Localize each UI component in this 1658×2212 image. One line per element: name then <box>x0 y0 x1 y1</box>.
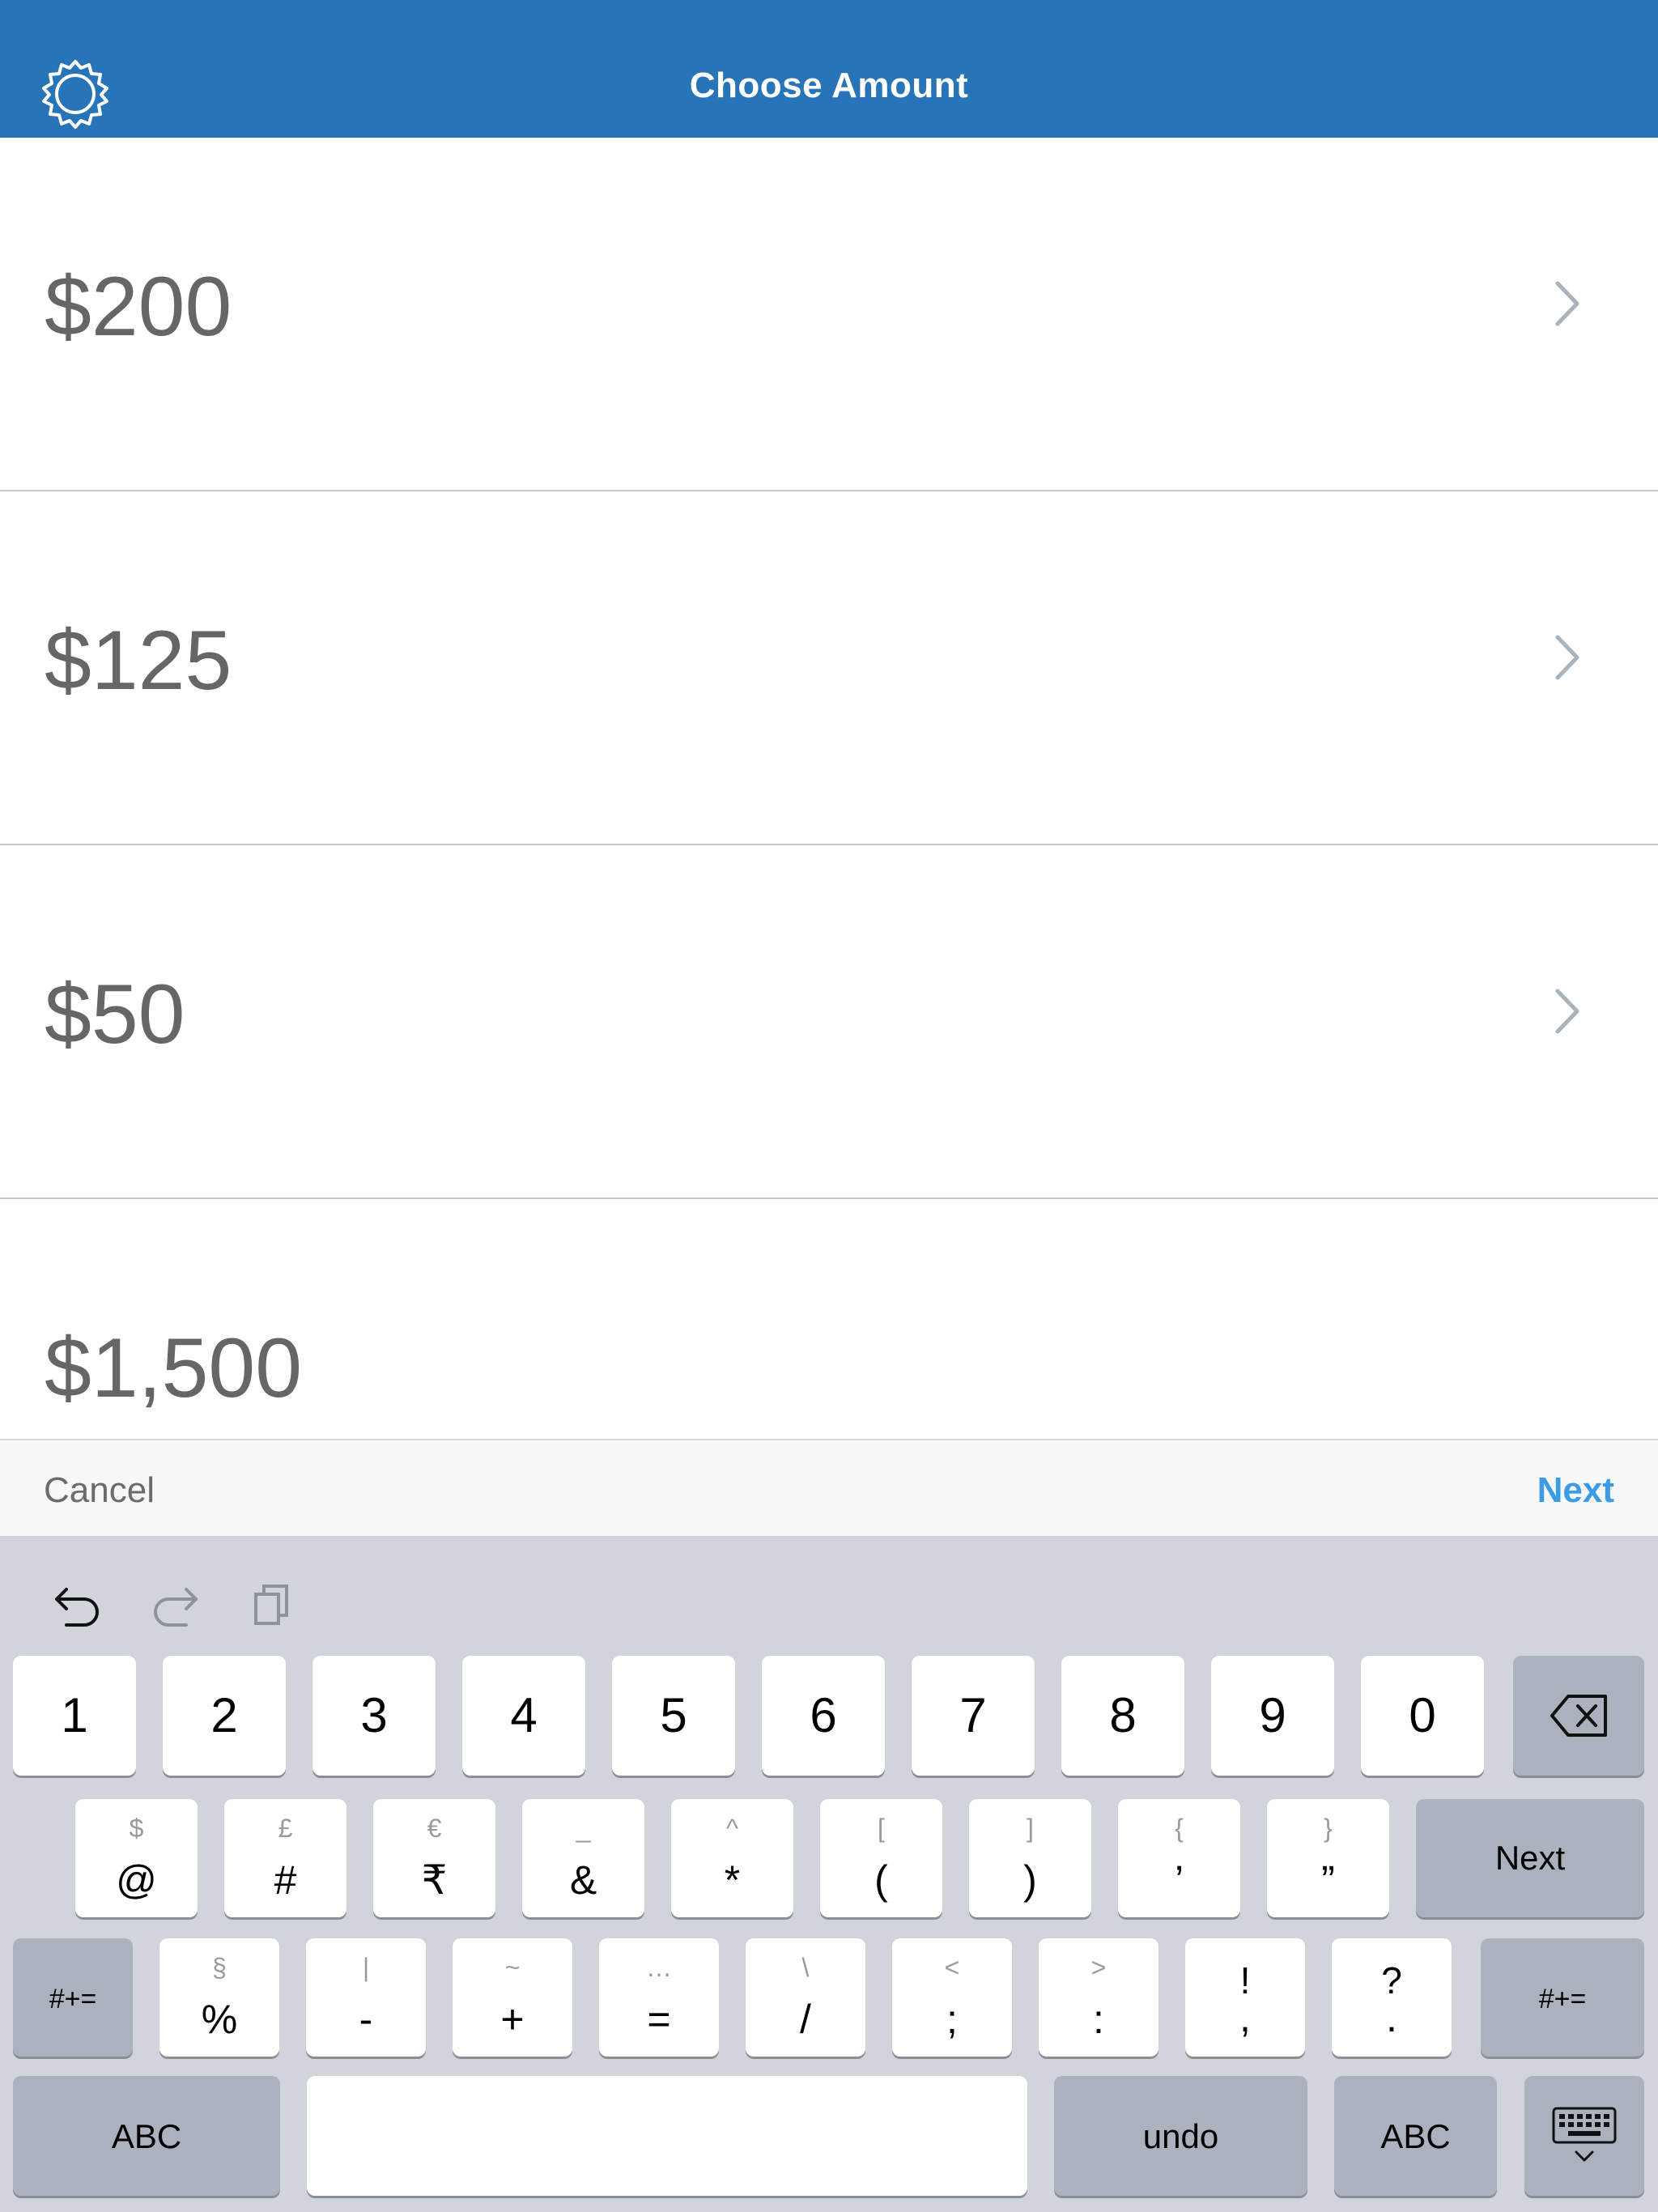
key-1[interactable]: 1 <box>13 1656 136 1776</box>
amount-label: $200 <box>45 260 232 354</box>
key-comma[interactable]: !, <box>1185 1938 1305 2057</box>
chevron-right-icon <box>1555 989 1579 1034</box>
key-4[interactable]: 4 <box>462 1656 585 1776</box>
chevron-right-icon <box>1555 635 1579 680</box>
key-asterisk[interactable]: ^ * <box>671 1799 793 1917</box>
on-screen-keyboard: 1 2 3 4 5 6 7 8 9 0 $ @ £ # € ₹ _ & ^ * [( ])… <box>0 1536 1658 2212</box>
key-7[interactable]: 7 <box>912 1656 1035 1776</box>
key-equals[interactable]: … = <box>599 1938 719 2057</box>
key-period[interactable]: ?. <box>1332 1938 1452 2057</box>
keyboard-dismiss-key[interactable] <box>1524 2076 1644 2196</box>
keyboard-dismiss-icon <box>1552 2107 1617 2162</box>
key-ampersand[interactable]: _ & <box>522 1799 644 1917</box>
amount-label: $50 <box>45 968 185 1061</box>
key-semicolon[interactable]: <; <box>892 1938 1012 2057</box>
key-hash[interactable]: £ # <box>224 1799 346 1917</box>
keyboard-accessory-bar: Cancel Next <box>0 1439 1658 1536</box>
more-symbols-key-left[interactable]: #+= <box>13 1938 133 2057</box>
more-symbols-key-right[interactable]: #+= <box>1481 1938 1644 2057</box>
keyboard-next-key[interactable]: Next <box>1416 1799 1644 1917</box>
key-minus[interactable]: | - <box>306 1938 426 2057</box>
undo-arrow-icon[interactable] <box>49 1576 105 1633</box>
key-open-paren[interactable]: [( <box>820 1799 942 1917</box>
cancel-button[interactable]: Cancel <box>44 1470 155 1511</box>
key-apostrophe[interactable]: {’ <box>1118 1799 1240 1917</box>
key-8[interactable]: 8 <box>1061 1656 1184 1776</box>
page-title: Choose Amount <box>689 66 969 105</box>
delete-key[interactable] <box>1513 1656 1644 1776</box>
nav-bar: Choose Amount <box>0 0 1658 138</box>
abc-key-left[interactable]: ABC <box>13 2076 280 2196</box>
key-2[interactable]: 2 <box>163 1656 286 1776</box>
undo-key[interactable]: undo <box>1054 2076 1307 2196</box>
amount-option[interactable]: $200 <box>0 138 1658 491</box>
chevron-right-icon <box>1555 281 1579 326</box>
amount-label: $1,500 <box>45 1321 303 1415</box>
key-plus[interactable]: ~ + <box>453 1938 572 2057</box>
paste-icon[interactable] <box>246 1576 303 1633</box>
key-slash[interactable]: \ / <box>746 1938 865 2057</box>
key-9[interactable]: 9 <box>1211 1656 1334 1776</box>
key-3[interactable]: 3 <box>312 1656 436 1776</box>
amount-option[interactable]: $1,500 <box>0 1199 1658 1439</box>
key-at[interactable]: $ @ <box>75 1799 198 1917</box>
amount-option[interactable]: $125 <box>0 491 1658 845</box>
key-colon[interactable]: >: <box>1039 1938 1158 2057</box>
next-button[interactable]: Next <box>1537 1470 1614 1511</box>
amount-option[interactable]: $50 <box>0 845 1658 1199</box>
abc-key-right[interactable]: ABC <box>1334 2076 1497 2196</box>
key-5[interactable]: 5 <box>612 1656 735 1776</box>
key-0[interactable]: 0 <box>1361 1656 1484 1776</box>
key-percent[interactable]: §% <box>159 1938 279 2057</box>
key-quote[interactable]: }” <box>1267 1799 1389 1917</box>
amount-label: $125 <box>45 614 232 708</box>
backspace-icon <box>1550 1695 1607 1737</box>
key-close-paren[interactable]: ]) <box>969 1799 1091 1917</box>
redo-arrow-icon[interactable] <box>147 1576 204 1633</box>
key-6[interactable]: 6 <box>762 1656 885 1776</box>
key-rupee[interactable]: € ₹ <box>373 1799 495 1917</box>
amount-list: $200 $125 $50 $1,500 <box>0 138 1658 1439</box>
space-key[interactable] <box>307 2076 1027 2196</box>
